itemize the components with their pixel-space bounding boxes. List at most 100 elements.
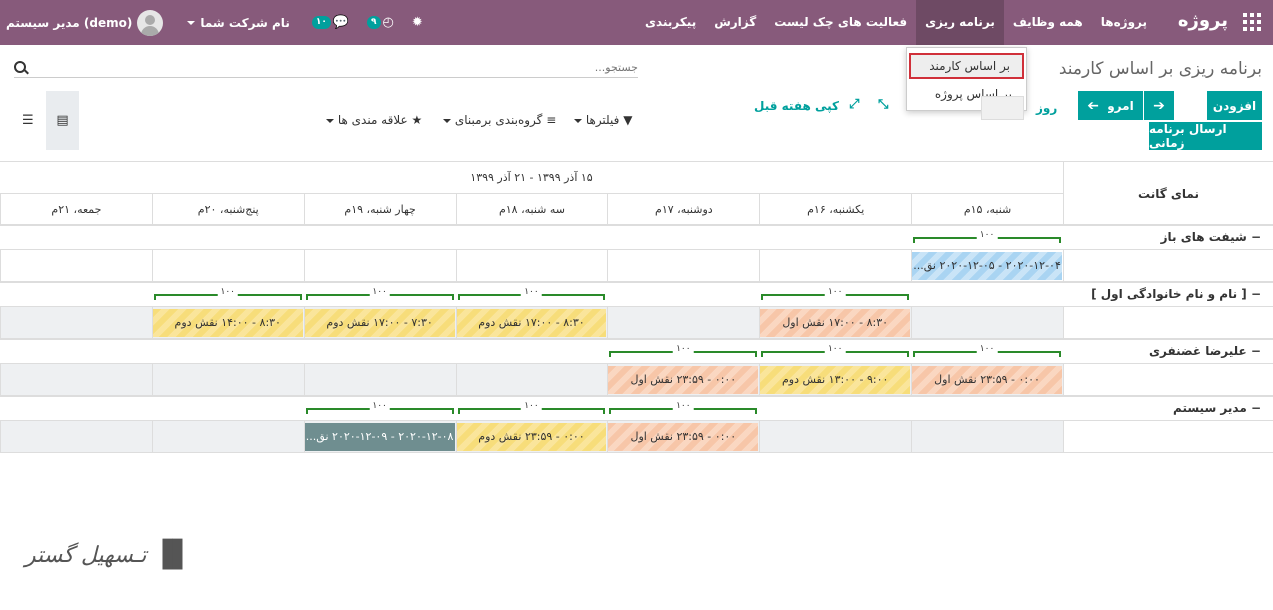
gantt-day-header: دوشنبه، ۱۷م [607, 194, 759, 226]
gantt-shift-pill[interactable]: ۰:۰۰ - ۲۳:۵۹ نقش اول [608, 366, 759, 394]
list-icon: ≡ [546, 113, 557, 127]
filter-icon: ▼ [623, 113, 633, 127]
search-input[interactable] [14, 58, 638, 76]
gantt-day-header: یکشنبه، ۱۶م [759, 194, 911, 226]
menu-reporting[interactable]: گزارش [705, 0, 765, 45]
company-switcher[interactable]: نام شرکت شما [187, 16, 290, 30]
gantt-view-button[interactable]: ▤ [46, 91, 79, 150]
gantt-shift-pill[interactable]: ۰:۰۰ - ۲۳:۵۹ نقش دوم [456, 423, 607, 451]
collapse-icon[interactable]: ⤢ [849, 97, 859, 112]
list-view-button[interactable]: ☰ [22, 113, 34, 128]
page-title: برنامه ریزی بر اساس کارمند [1058, 59, 1262, 79]
chat-icon: 💬 [332, 15, 350, 30]
gantt-cell[interactable] [607, 307, 760, 338]
gantt-cell[interactable] [455, 364, 608, 395]
gantt-cell[interactable] [151, 421, 304, 452]
gantt-cell[interactable] [151, 250, 304, 281]
add-button[interactable]: افزودن [1207, 91, 1262, 120]
gantt-cell[interactable] [0, 364, 152, 395]
gantt-group-header[interactable]: − شیفت های باز ۱۰۰ [0, 225, 1273, 249]
expand-icon[interactable]: ⤡ [878, 97, 888, 112]
activity-button[interactable]: ۹ ◴ [367, 15, 394, 30]
gantt-days-row: شنبه، ۱۵م یکشنبه، ۱۶م دوشنبه، ۱۷م سه شنبه، … [0, 194, 1063, 226]
gantt-row: ۲۰۲۰-۱۲-۰۴ - ۲۰۲۰-۱۲-۰۵ نق... [0, 249, 1273, 282]
gantt-cell[interactable] [303, 364, 456, 395]
gantt-cell[interactable] [759, 250, 912, 281]
main-menu: پروژه‌ها همه وظایف برنامه ریزی فعالیت ها… [636, 0, 1156, 45]
chevron-down-icon [574, 118, 582, 123]
gantt-progress-value: ۱۰۰ [521, 401, 542, 411]
user-name: مدیر سیستم (demo) [6, 15, 133, 30]
gantt-day-header: چهار شنبه، ۱۹م [303, 194, 456, 226]
gantt-shift-pill[interactable]: ۸:۳۰ - ۱۴:۰۰ نقش دوم [152, 309, 303, 337]
chevron-down-icon [443, 118, 451, 123]
filters-label: فیلترها [585, 113, 620, 127]
prev-arrow-icon[interactable]: ➔ [1078, 91, 1108, 120]
gantt-shift-pill[interactable]: ۹:۰۰ - ۱۳:۰۰ نقش دوم [760, 366, 911, 394]
gantt-progress-value: ۱۰۰ [673, 401, 694, 411]
gantt-cell[interactable] [911, 307, 1063, 338]
gantt-progress-bar: ۱۰۰ [761, 344, 910, 357]
gantt-progress-value: ۱۰۰ [217, 287, 239, 297]
gantt-date-range: ۱۵ آذر ۱۳۹۹ - ۲۱ آذر ۱۳۹۹ [0, 162, 1063, 194]
search-bar [14, 58, 638, 78]
apps-grid-icon[interactable] [1243, 13, 1261, 31]
filters-button[interactable]: ▼ فیلترها [574, 113, 632, 127]
gantt-progress-bar: ۱۰۰ [913, 344, 1061, 357]
groupby-label: گروه‌بندی برمبنای [454, 113, 543, 127]
gantt-group-header[interactable]: − [ نام و نام خانوادگی اول ] ۱۰۰ ۱۰۰ ۱۰۰ ۱۰۰ [0, 282, 1273, 306]
menu-all-tasks[interactable]: همه وظایف [1004, 0, 1092, 45]
menu-projects[interactable]: پروژه‌ها [1092, 0, 1156, 45]
copy-previous-week-button[interactable]: کپی هفته قبل [754, 99, 839, 113]
gantt-progress-bar: ۱۰۰ [305, 287, 454, 300]
menu-checklist-activities[interactable]: فعالیت های چک لیست [765, 0, 916, 45]
chat-button[interactable]: ۱۰ 💬 [311, 15, 350, 30]
day-scale-label[interactable]: روز [1036, 101, 1057, 115]
send-schedule-button[interactable]: ارسال برنامه زمانی [1149, 122, 1262, 150]
gantt-shift-pill[interactable]: ۰:۰۰ - ۲۳:۵۹ نقش اول [912, 366, 1062, 394]
top-navbar: پروژه پروژه‌ها همه وظایف برنامه ریزی فعا… [0, 0, 1273, 45]
gantt-cell[interactable] [911, 421, 1063, 452]
gantt-progress-bar: ۱۰۰ [913, 230, 1061, 243]
gantt-cell[interactable] [455, 250, 608, 281]
gantt-shift-pill[interactable]: ۲۰۲۰-۱۲-۰۸ - ۲۰۲۰-۱۲-۰۹ نق... [304, 423, 455, 451]
gantt-progress-value: ۱۰۰ [673, 344, 694, 354]
chat-count-badge: ۱۰ [311, 16, 331, 29]
favorites-button[interactable]: ★ علاقه مندی ها [326, 113, 422, 127]
gantt-row-name-cell [1063, 421, 1273, 452]
day-scale-select[interactable] [981, 96, 1024, 120]
gantt-progress-bar: ۱۰۰ [609, 344, 758, 357]
groupby-button[interactable]: ≡ گروه‌بندی برمبنای [443, 113, 556, 127]
gantt-progress-value: ۱۰۰ [824, 344, 846, 354]
next-arrow-icon[interactable]: ➔ [1144, 91, 1174, 120]
gantt-cell[interactable] [759, 421, 912, 452]
menu-planning[interactable]: برنامه ریزی [916, 0, 1004, 45]
gantt-progress-value: ۱۰۰ [369, 401, 390, 411]
gantt-cell[interactable] [0, 421, 152, 452]
bug-icon[interactable]: ✹ [412, 15, 423, 30]
clock-icon: ◴ [382, 15, 394, 30]
gantt-group-header[interactable]: − مدیر سیستم ۱۰۰ ۱۰۰ ۱۰۰ [0, 396, 1273, 420]
avatar [137, 9, 164, 36]
gantt-shift-pill[interactable]: ۰:۰۰ - ۲۳:۵۹ نقش اول [608, 423, 759, 451]
gantt-progress-value: ۱۰۰ [824, 287, 846, 297]
gantt-group-label: − [ نام و نام خانوادگی اول ] [1091, 287, 1261, 301]
gantt-progress-value: ۱۰۰ [521, 287, 542, 297]
app-brand: پروژه [1177, 10, 1228, 31]
gantt-shift-pill[interactable]: ۲۰۲۰-۱۲-۰۴ - ۲۰۲۰-۱۲-۰۵ نق... [912, 252, 1062, 280]
user-menu[interactable]: مدیر سیستم (demo) [6, 9, 164, 36]
gantt-shift-pill[interactable]: ۸:۳۰ - ۱۷:۰۰ نقش اول [760, 309, 911, 337]
gantt-cell[interactable] [607, 250, 760, 281]
gantt-cell[interactable] [303, 250, 456, 281]
gantt-cell[interactable] [0, 307, 152, 338]
gantt-row: ۰:۰۰ - ۲۳:۵۹ نقش اول ۰:۰۰ - ۲۳:۵۹ نقش دوم… [0, 420, 1273, 453]
search-icon[interactable] [14, 61, 26, 73]
gantt-cell[interactable] [0, 250, 152, 281]
menu-configuration[interactable]: پیکربندی [636, 0, 705, 45]
gantt-progress-bar: ۱۰۰ [153, 287, 302, 300]
gantt-shift-pill[interactable]: ۷:۳۰ - ۱۷:۰۰ نقش دوم [304, 309, 455, 337]
dropdown-item-by-employee[interactable]: بر اساس کارمند [909, 53, 1024, 79]
gantt-shift-pill[interactable]: ۸:۳۰ - ۱۷:۰۰ نقش دوم [456, 309, 607, 337]
gantt-cell[interactable] [151, 364, 304, 395]
gantt-group-header[interactable]: − علیرضا غضنفری ۱۰۰ ۱۰۰ ۱۰۰ [0, 339, 1273, 363]
